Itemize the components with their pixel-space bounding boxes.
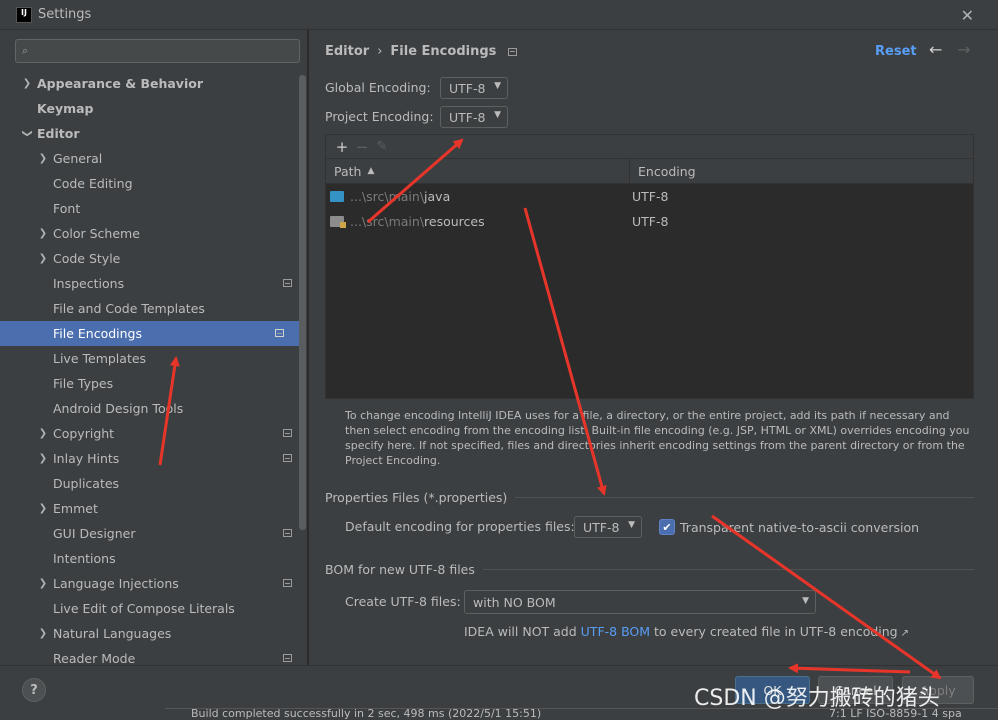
tree-item-intentions[interactable]: Intentions: [8, 546, 298, 571]
resources-folder-icon: [330, 216, 346, 228]
tree-item-gui-designer[interactable]: GUI Designer: [8, 521, 298, 546]
chevron-right-icon: ❯: [38, 628, 48, 639]
bom-section-title: BOM for new UTF-8 files: [325, 562, 974, 577]
intellij-logo-icon: IJ: [16, 6, 32, 23]
reset-link[interactable]: Reset: [875, 44, 917, 59]
forward-arrow-icon[interactable]: →: [957, 40, 970, 59]
native-to-ascii-checkbox[interactable]: ✔: [659, 519, 675, 535]
tree-item-file-types[interactable]: File Types: [8, 371, 298, 396]
window-title: Settings: [38, 7, 92, 22]
chevron-right-icon: ❯: [38, 228, 48, 239]
chevron-down-icon: ▼: [494, 110, 501, 120]
checkmark-icon: ✔: [662, 520, 672, 534]
bom-note: IDEA will NOT add UTF-8 BOM to every cre…: [464, 624, 910, 639]
tree-item-natural-languages[interactable]: ❯ Natural Languages: [8, 621, 298, 646]
chevron-right-icon: ❯: [38, 503, 48, 514]
back-arrow-icon[interactable]: ←: [929, 40, 942, 59]
settings-tree: ❯ Appearance & Behavior Keymap ❯ Editor ❯ G…: [0, 71, 299, 665]
edit-path-button[interactable]: ✎: [372, 139, 392, 154]
tree-item-live-templates[interactable]: Live Templates: [8, 346, 298, 371]
tree-item-font[interactable]: Font: [8, 196, 298, 221]
sidebar-scrollbar[interactable]: [299, 75, 306, 530]
tree-item-inspections[interactable]: Inspections: [8, 271, 298, 296]
chevron-down-icon: ▼: [628, 520, 635, 530]
table-row[interactable]: ...\src\main\ resources UTF-8: [326, 209, 973, 234]
column-header-path[interactable]: Path ▲: [326, 159, 630, 183]
settings-sidebar: ⌕ ❯ Appearance & Behavior Keymap ❯ Editor …: [0, 30, 308, 665]
properties-encoding-select[interactable]: UTF-8 ▼: [574, 516, 642, 538]
tree-item-duplicates[interactable]: Duplicates: [8, 471, 298, 496]
chevron-down-icon: ❯: [21, 129, 33, 138]
chevron-right-icon: ❯: [38, 253, 48, 264]
help-button[interactable]: ?: [22, 678, 46, 702]
chevron-right-icon: ❯: [38, 453, 48, 464]
chevron-down-icon: ▼: [802, 596, 809, 606]
chevron-down-icon: ▼: [494, 81, 501, 91]
project-scope-icon: [283, 429, 292, 437]
breadcrumb-parent[interactable]: Editor: [325, 44, 369, 59]
external-link-icon: ↗: [900, 628, 910, 639]
tree-item-file-code-templates[interactable]: File and Code Templates: [8, 296, 298, 321]
breadcrumb: Editor › File Encodings: [325, 44, 518, 59]
tree-item-android-design-tools[interactable]: Android Design Tools: [8, 396, 298, 421]
window-titlebar: IJ Settings ✕: [0, 0, 998, 30]
project-scope-icon: [508, 47, 518, 56]
project-scope-icon: [283, 654, 292, 662]
project-scope-icon: [283, 279, 292, 287]
breadcrumb-current: File Encodings: [390, 44, 497, 59]
tree-item-code-editing[interactable]: Code Editing: [8, 171, 298, 196]
csdn-watermark: CSDN @努力搬砖的猪头: [694, 686, 940, 711]
source-folder-icon: [330, 191, 344, 202]
tree-item-live-edit-compose[interactable]: Live Edit of Compose Literals: [8, 596, 298, 621]
tree-item-file-encodings[interactable]: File Encodings: [0, 321, 299, 346]
sort-ascending-icon: ▲: [367, 166, 375, 176]
properties-encoding-label: Default encoding for properties files:: [345, 519, 575, 534]
add-path-button[interactable]: +: [332, 138, 352, 156]
remove-path-button[interactable]: −: [352, 138, 372, 156]
status-message: Build completed successfully in 2 sec, 4…: [191, 708, 542, 720]
create-utf8-label: Create UTF-8 files:: [345, 594, 461, 609]
help-text: To change encoding IntelliJ IDEA uses fo…: [345, 409, 970, 467]
tree-item-code-style[interactable]: ❯ Code Style: [8, 246, 298, 271]
tree-item-keymap[interactable]: Keymap: [8, 96, 298, 121]
search-icon: ⌕: [22, 44, 29, 57]
chevron-right-icon: ❯: [38, 428, 48, 439]
project-scope-icon: [283, 579, 292, 587]
properties-section-title: Properties Files (*.properties): [325, 490, 974, 505]
tree-item-general[interactable]: ❯ General: [8, 146, 298, 171]
tree-item-color-scheme[interactable]: ❯ Color Scheme: [8, 221, 298, 246]
global-encoding-select[interactable]: UTF-8 ▼: [440, 77, 508, 99]
search-input[interactable]: [32, 44, 273, 58]
project-scope-icon: [283, 454, 292, 462]
bom-select[interactable]: with NO BOM ▼: [464, 590, 816, 614]
tree-item-copyright[interactable]: ❯ Copyright: [8, 421, 298, 446]
tree-item-reader-mode[interactable]: Reader Mode: [8, 646, 298, 665]
settings-search[interactable]: ⌕: [15, 39, 300, 63]
tree-item-emmet[interactable]: ❯ Emmet: [8, 496, 298, 521]
chevron-right-icon: ❯: [22, 78, 32, 89]
table-header: Path ▲ Encoding: [326, 159, 973, 184]
project-scope-icon: [275, 329, 284, 337]
tree-item-language-injections[interactable]: ❯ Language Injections: [8, 571, 298, 596]
project-scope-icon: [283, 529, 292, 537]
column-header-encoding[interactable]: Encoding: [630, 159, 696, 183]
table-row[interactable]: ...\src\main\ java UTF-8: [326, 184, 973, 209]
project-encoding-label: Project Encoding:: [325, 109, 434, 124]
utf8-bom-link[interactable]: UTF-8 BOM: [581, 624, 650, 639]
chevron-right-icon: ❯: [38, 578, 48, 589]
tree-item-appearance[interactable]: ❯ Appearance & Behavior: [8, 71, 298, 96]
settings-content: Editor › File Encodings Reset ← → Global…: [309, 30, 998, 665]
native-to-ascii-label: Transparent native-to-ascii conversion: [680, 520, 920, 535]
close-icon[interactable]: ✕: [961, 6, 974, 25]
breadcrumb-separator: ›: [377, 44, 383, 59]
project-encoding-select[interactable]: UTF-8 ▼: [440, 106, 508, 128]
table-toolbar: + − ✎: [326, 135, 973, 159]
tree-item-editor[interactable]: ❯ Editor: [8, 121, 298, 146]
chevron-right-icon: ❯: [38, 153, 48, 164]
global-encoding-label: Global Encoding:: [325, 80, 431, 95]
path-encoding-table: + − ✎ Path ▲ Encoding ...\src\main\ java U…: [325, 134, 974, 399]
tree-item-inlay-hints[interactable]: ❯ Inlay Hints: [8, 446, 298, 471]
